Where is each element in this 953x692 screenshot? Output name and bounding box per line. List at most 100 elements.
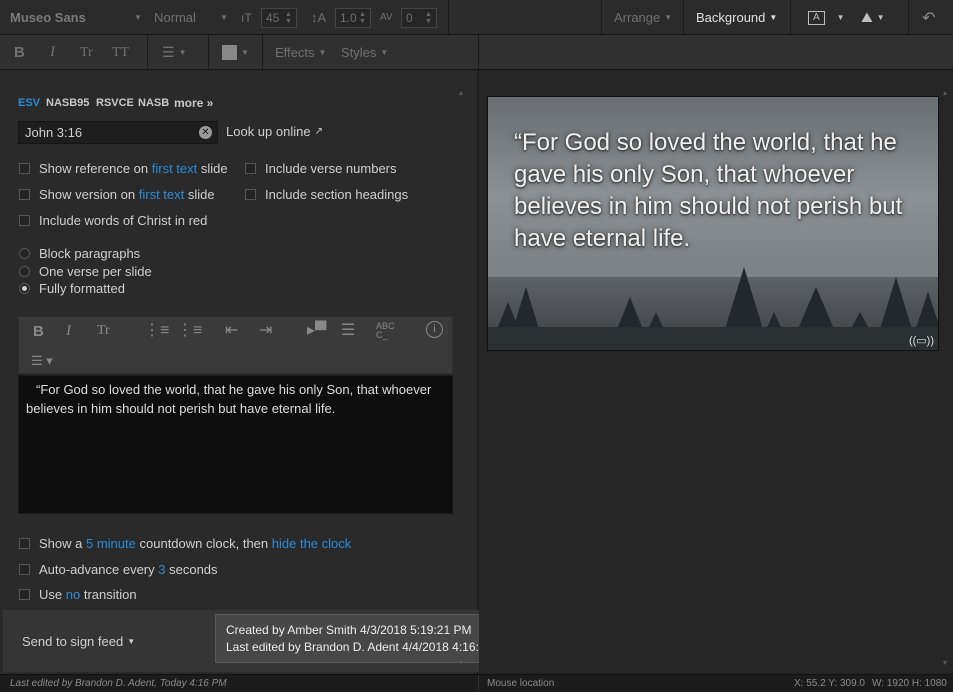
auto-advance-seconds-link[interactable]: 3 (158, 562, 165, 577)
transition-option[interactable]: Use no transition (19, 587, 137, 602)
scroll-up-icon[interactable]: ▲ (457, 90, 465, 97)
numbered-list-icon[interactable]: ⋮≡ (177, 320, 202, 340)
version-esv[interactable]: ESV (18, 97, 40, 109)
arrange-menu[interactable]: Arrange ▼ (614, 0, 672, 35)
show-version-option[interactable]: Show version on first text slide (19, 187, 215, 202)
countdown-checkbox[interactable] (19, 538, 30, 549)
words-of-christ-option[interactable]: Include words of Christ in red (19, 213, 207, 228)
preview-scroll-down-icon[interactable]: ▼ (941, 660, 949, 667)
line-height-spinner-icon[interactable]: ▲ ▼ (359, 11, 366, 25)
canvas-dimensions: W: 1920 H: 1080 (872, 678, 947, 689)
undo-icon[interactable]: ↶ (922, 0, 935, 35)
auto-advance-text-b: seconds (169, 562, 218, 577)
font-family-select[interactable]: Museo Sans (10, 0, 86, 35)
last-edited-status: Last edited by Brandon D. Adent, Today 4… (10, 678, 227, 689)
title-case-button[interactable]: Tr (80, 35, 93, 70)
fully-formatted-radio[interactable] (19, 283, 30, 294)
clear-icon[interactable]: ✕ (199, 126, 212, 139)
block-paragraphs-radio[interactable] (19, 248, 30, 259)
show-reference-option[interactable]: Show reference on first text slide (19, 161, 228, 176)
fully-formatted-option[interactable]: Fully formatted (19, 281, 125, 296)
align-icon[interactable]: ☰ ▼ (162, 35, 186, 70)
section-headings-checkbox[interactable] (245, 189, 256, 200)
transition-link[interactable]: no (66, 587, 80, 602)
version-rsvce[interactable]: RSVCE (96, 97, 134, 109)
bullet-list-icon[interactable]: ⋮≡ (144, 320, 169, 340)
show-version-checkbox[interactable] (19, 189, 30, 200)
format-dropdown-icon[interactable]: ☰ ▾ (31, 353, 53, 369)
letter-spacing-field[interactable]: 0 ▲ ▼ (401, 0, 437, 35)
scroll-down-icon[interactable]: ▼ (457, 660, 465, 667)
mouse-location-label: Mouse location (487, 678, 555, 689)
spell-check-icon[interactable]: ABC C_ (376, 322, 395, 340)
lookup-online-link[interactable]: Look up online ↗ (226, 124, 323, 139)
indent-icon[interactable]: ⇥ (259, 320, 272, 340)
line-height-field[interactable]: 1.0 ▲ ▼ (335, 0, 371, 35)
show-reference-text: Show reference on (39, 161, 149, 176)
bold-button[interactable]: B (14, 35, 25, 70)
editor-italic-button[interactable]: I (66, 323, 71, 340)
editor-case-button[interactable]: Tr (97, 323, 110, 339)
app-window: Museo Sans ▼ Normal ▼ ıT 45 ▲ ▼ ↕A 1.0 ▲ ▼… (0, 0, 953, 692)
words-of-christ-label: Include words of Christ in red (39, 213, 208, 228)
uppercase-button[interactable]: TT (112, 35, 129, 70)
verse-numbers-option[interactable]: Include verse numbers (245, 161, 397, 176)
color-swatch-button[interactable]: ▼ (222, 35, 249, 70)
send-to-sign-feed-button[interactable]: Send to sign feed ▼ (22, 634, 135, 649)
bold-label: B (14, 44, 25, 61)
countdown-option[interactable]: Show a 5 minute countdown clock, then hi… (19, 536, 351, 551)
font-size-field[interactable]: 45 ▲ ▼ (261, 0, 297, 35)
send-label: Send to sign feed (22, 634, 124, 649)
font-size-icon: ıT (241, 10, 252, 25)
font-family-caret-icon[interactable]: ▼ (130, 0, 142, 35)
effects-menu[interactable]: Effects ▼ (275, 35, 326, 70)
one-verse-radio[interactable] (19, 266, 30, 277)
hide-clock-link[interactable]: hide the clock (272, 536, 352, 551)
insert-block-icon[interactable]: ▸▀ (307, 320, 326, 340)
image-icon[interactable]: ⛰ ▼ (861, 0, 885, 35)
version-nasb95[interactable]: NASB95 (46, 97, 89, 109)
scripture-text-editor[interactable]: “For God so loved the world, that he gav… (18, 375, 453, 514)
section-headings-label: Include section headings (265, 187, 409, 202)
line-height-icon: ↕A (311, 10, 327, 25)
section-headings-option[interactable]: Include section headings (245, 187, 408, 202)
font-weight-select[interactable]: Normal (154, 0, 196, 35)
letter-spacing-spinner-icon[interactable]: ▲ ▼ (425, 11, 432, 25)
preview-scroll-up-icon[interactable]: ▲ (941, 90, 949, 97)
auto-advance-option[interactable]: Auto-advance every 3 seconds (19, 562, 218, 577)
background-menu[interactable]: Background ▼ (696, 0, 777, 35)
styles-menu[interactable]: Styles ▼ (341, 35, 388, 70)
slide-preview[interactable]: “For God so loved the world, that he gav… (487, 96, 939, 351)
transition-checkbox[interactable] (19, 589, 30, 600)
broadcast-icon[interactable]: ((▭)) (909, 334, 934, 347)
countdown-minutes-link[interactable]: 5 minute (86, 536, 136, 551)
italic-button[interactable]: I (50, 35, 55, 70)
font-toolbar: Museo Sans ▼ Normal ▼ ıT 45 ▲ ▼ ↕A 1.0 ▲ ▼… (0, 0, 953, 35)
info-icon[interactable]: i (426, 321, 443, 338)
words-of-christ-checkbox[interactable] (19, 215, 30, 226)
verse-numbers-checkbox[interactable] (245, 163, 256, 174)
show-version-slide-link[interactable]: first text (139, 187, 185, 202)
show-reference-checkbox[interactable] (19, 163, 30, 174)
versions-more-link[interactable]: more » (174, 96, 213, 110)
status-bar: Last edited by Brandon D. Adent, Today 4… (0, 674, 953, 692)
text-box-icon[interactable]: A ▼ (808, 0, 845, 35)
font-size-spinner-icon[interactable]: ▲ ▼ (285, 11, 292, 25)
fully-formatted-label: Fully formatted (39, 281, 125, 296)
reference-input[interactable]: John 3:16 ✕ (18, 121, 218, 144)
auto-advance-checkbox[interactable] (19, 564, 30, 575)
font-weight-caret-icon[interactable]: ▼ (216, 0, 228, 35)
version-nasb[interactable]: NASB (138, 97, 169, 109)
editor-text: “For God so loved the world, that he gav… (26, 382, 432, 416)
show-reference-suffix: slide (200, 161, 228, 176)
show-reference-slide-link[interactable]: first text (152, 161, 198, 176)
font-weight-label: Normal (154, 10, 196, 25)
block-paragraphs-option[interactable]: Block paragraphs (19, 246, 140, 261)
verse-numbers-label: Include verse numbers (265, 161, 397, 176)
one-verse-option[interactable]: One verse per slide (19, 264, 152, 279)
paragraph-style-icon[interactable]: ☰ (341, 320, 355, 340)
effects-label: Effects (275, 45, 315, 60)
editor-bold-button[interactable]: B (33, 323, 44, 340)
outdent-icon[interactable]: ⇤ (225, 320, 238, 340)
transition-text: Use (39, 587, 63, 602)
